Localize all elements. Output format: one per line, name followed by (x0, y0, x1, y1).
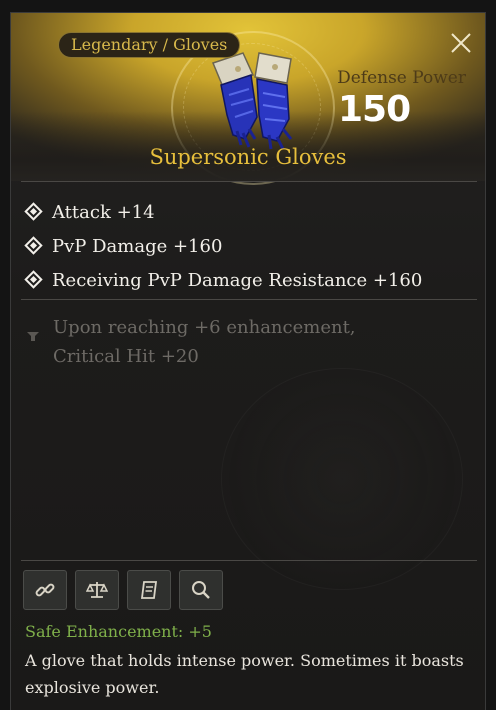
close-icon[interactable] (449, 31, 473, 55)
divider (21, 181, 477, 182)
divider (21, 560, 477, 561)
enhancement-effect-line1: Upon reaching +6 enhancement, (53, 317, 356, 338)
diamond-icon (24, 269, 43, 289)
enhancement-effect: Upon reaching +6 enhancement, Critical H… (25, 313, 465, 371)
scale-icon (86, 582, 108, 598)
search-icon (192, 581, 210, 599)
stat-label: Receiving PvP Damage Resistance +160 (52, 269, 423, 291)
divider (21, 299, 477, 300)
defense-power-value: 150 (338, 89, 411, 130)
diamond-icon (24, 235, 43, 255)
search-button[interactable] (179, 570, 223, 610)
scroll-icon (140, 581, 158, 599)
item-tooltip: Legendary / Gloves Defense Power 150 Sup… (10, 12, 486, 710)
stat-attack: Attack +14 (23, 195, 422, 229)
safe-enhancement: Safe Enhancement: +5 (25, 622, 212, 641)
diamond-icon (24, 201, 43, 221)
stat-label: PvP Damage +160 (52, 235, 223, 257)
inactive-effect-icon (27, 332, 39, 341)
background-emblem (221, 368, 463, 590)
link-icon (35, 583, 55, 597)
stat-pvp-resistance: Receiving PvP Damage Resistance +160 (23, 263, 422, 297)
link-button[interactable] (23, 570, 67, 610)
item-name: Supersonic Gloves (149, 145, 347, 169)
stat-list: Attack +14 PvP Damage +160 Receiving PvP… (23, 195, 422, 297)
rarity-badge: Legendary / Gloves (58, 32, 241, 58)
item-description: A glove that holds intense power. Someti… (25, 651, 464, 697)
action-bar (23, 570, 223, 610)
defense-power-label: Defense Power (337, 68, 466, 88)
stat-pvp-damage: PvP Damage +160 (23, 229, 422, 263)
stat-label: Attack +14 (52, 201, 155, 223)
info-button[interactable] (127, 570, 171, 610)
compare-button[interactable] (75, 570, 119, 610)
enhancement-effect-line2: Critical Hit +20 (53, 346, 199, 367)
